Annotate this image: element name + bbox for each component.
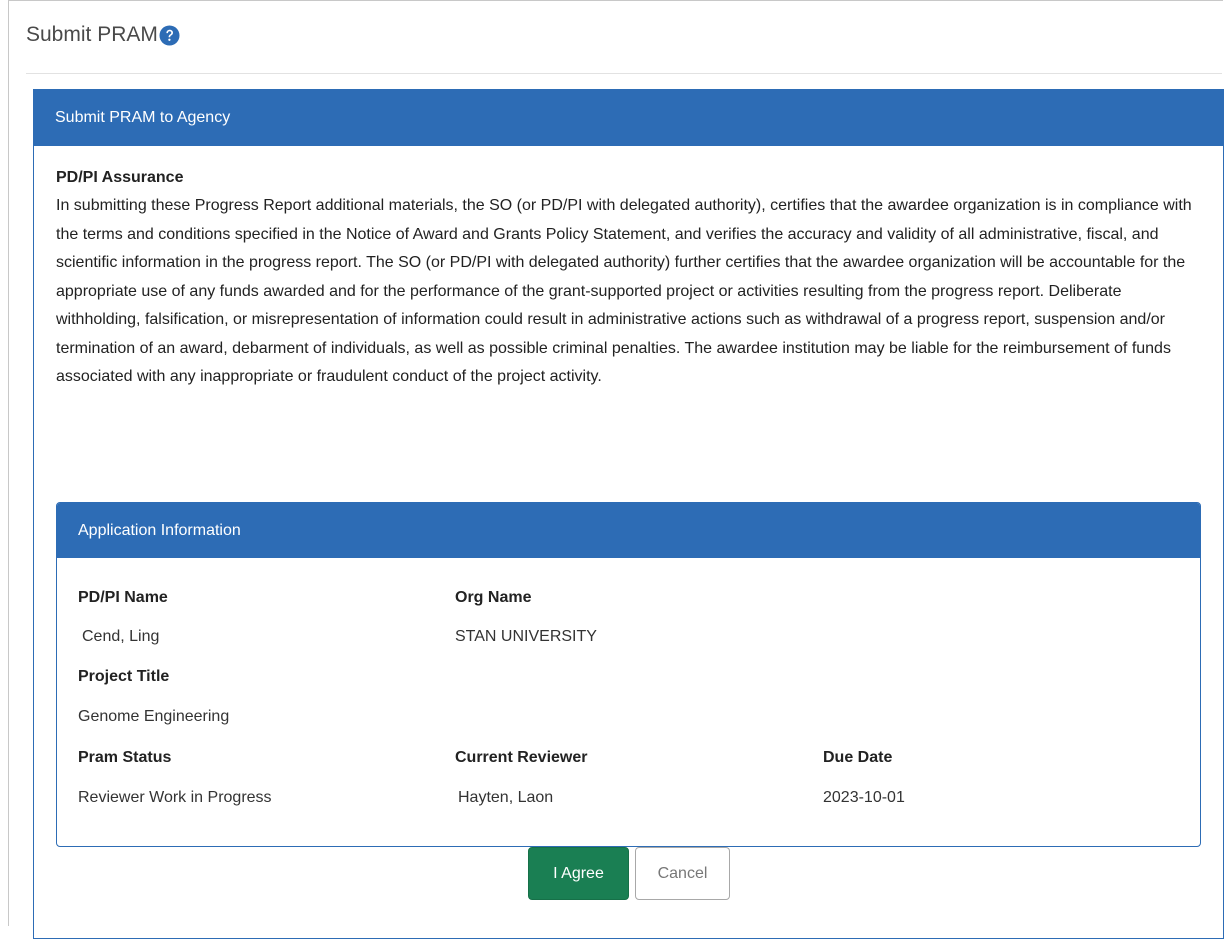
project-title-label: Project Title <box>78 668 170 685</box>
question-circle-icon[interactable] <box>159 25 180 46</box>
pram-status-label: Pram Status <box>78 749 172 766</box>
page-title-text: Submit PRAM <box>26 23 158 46</box>
pram-status-value: Reviewer Work in Progress <box>78 789 272 806</box>
assurance-text: In submitting these Progress Report addi… <box>56 197 1192 385</box>
submit-pram-panel-header: Submit PRAM to Agency <box>34 90 1223 146</box>
application-information-header: Application Information <box>57 503 1200 558</box>
due-date-label: Due Date <box>823 749 893 766</box>
project-title-value: Genome Engineering <box>78 708 230 725</box>
submit-pram-panel: Submit PRAM to Agency PD/PI Assurance In… <box>33 89 1224 939</box>
assurance-section: PD/PI Assurance In submitting these Prog… <box>34 146 1223 392</box>
cancel-button[interactable]: Cancel <box>635 847 730 900</box>
org-name-label: Org Name <box>455 589 532 606</box>
org-name-value: STAN UNIVERSITY <box>455 628 597 645</box>
current-reviewer-value: Hayten, Laon <box>458 789 554 806</box>
pdpi-name-label: PD/PI Name <box>78 589 168 606</box>
assurance-title: PD/PI Assurance <box>56 169 184 186</box>
action-buttons: I Agree Cancel <box>528 847 730 900</box>
due-date-value: 2023-10-01 <box>823 789 905 806</box>
i-agree-button[interactable]: I Agree <box>528 847 629 900</box>
page-title: Submit PRAM <box>26 23 180 47</box>
page-frame: Submit PRAM Submit PRAM to Agency PD/PI … <box>8 0 1224 939</box>
title-divider <box>26 73 1222 74</box>
current-reviewer-label: Current Reviewer <box>455 749 588 766</box>
application-information-panel: Application Information PD/PI Name Cend,… <box>56 502 1201 847</box>
pdpi-name-value: Cend, Ling <box>82 628 160 645</box>
